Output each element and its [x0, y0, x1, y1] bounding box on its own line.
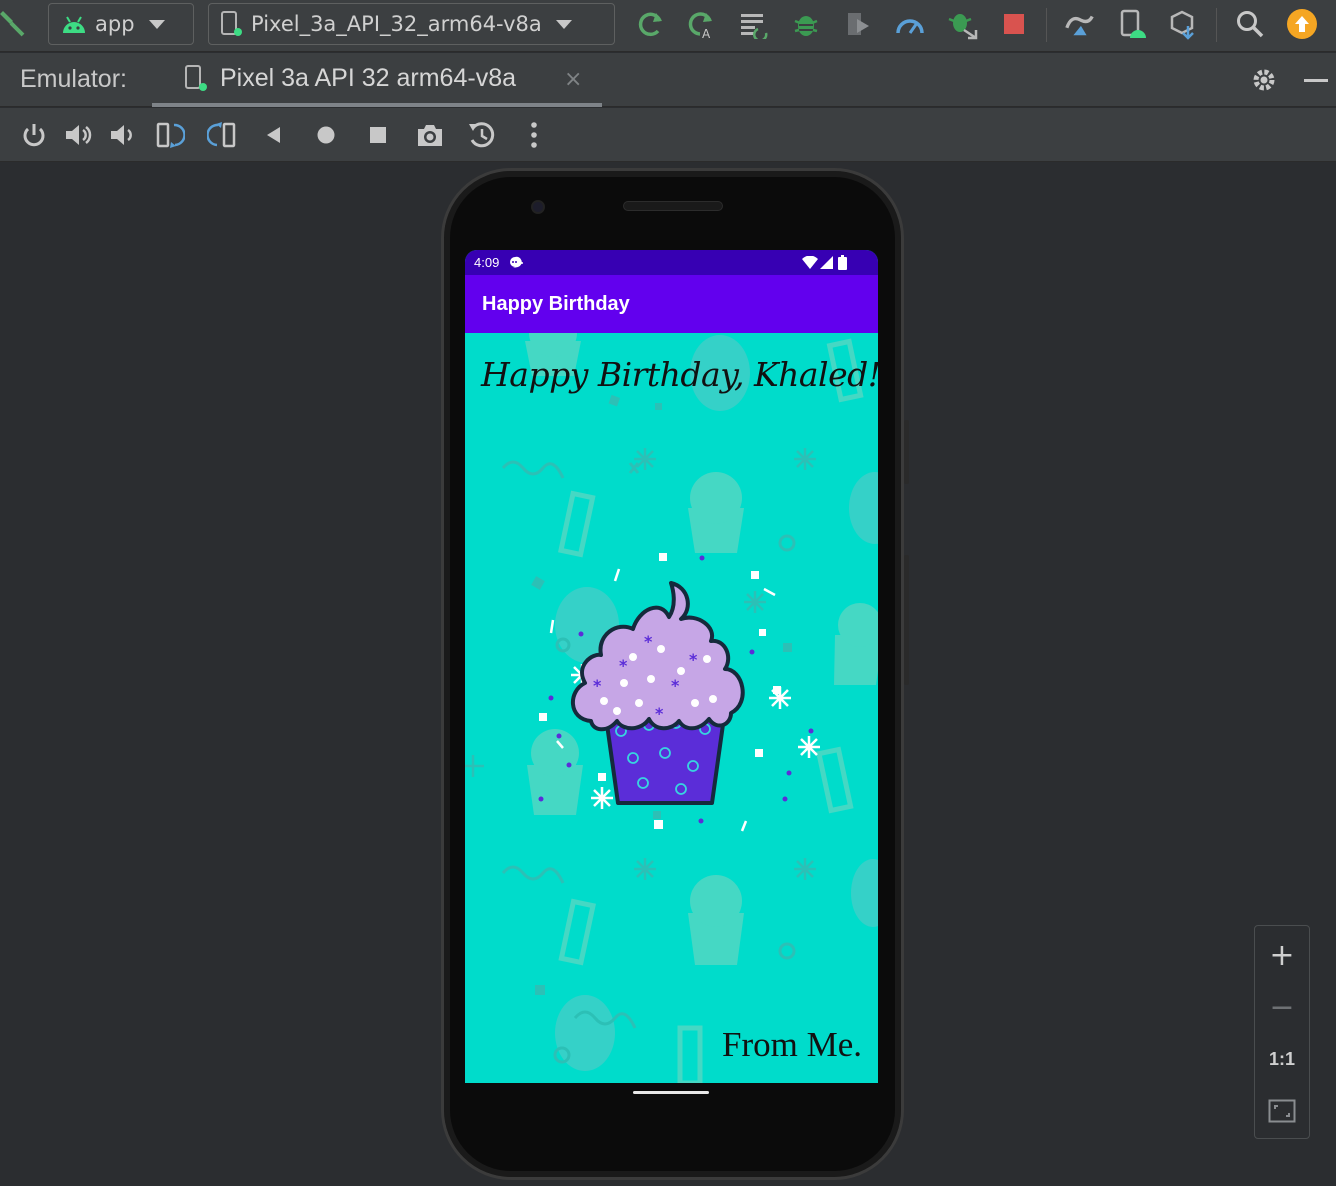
- toolbar-separator: [1046, 8, 1047, 42]
- wifi-icon: [802, 256, 818, 269]
- zoom-actual-size-button[interactable]: 1:1: [1255, 1034, 1309, 1084]
- greeting-text: Happy Birthday, Khaled!: [481, 355, 878, 394]
- notification-icon: [510, 256, 523, 268]
- apply-code-changes-icon[interactable]: A: [685, 8, 717, 40]
- zoom-out-button[interactable]: −: [1255, 982, 1309, 1032]
- svg-text:A: A: [702, 27, 711, 39]
- svg-text:*: *: [671, 676, 680, 695]
- profile-icon[interactable]: [842, 8, 874, 40]
- zoom-fit-button[interactable]: [1255, 1086, 1309, 1136]
- device-nav-bar: [465, 1083, 878, 1123]
- volume-up-icon[interactable]: [62, 119, 94, 151]
- zoom-in-button[interactable]: +: [1255, 930, 1309, 980]
- cell-signal-icon: [820, 256, 833, 269]
- device-screen[interactable]: 4:09 Happy Birthday * * * * * * Happy Bi…: [465, 250, 878, 1083]
- apply-changes-icon[interactable]: [635, 8, 667, 40]
- tab-device-label: Pixel 3a API 32 arm64-v8a: [220, 63, 516, 92]
- gear-icon[interactable]: [1250, 66, 1278, 98]
- power-button: [904, 420, 909, 484]
- attach-debugger-icon[interactable]: [946, 8, 978, 40]
- profiler-icon[interactable]: [894, 8, 926, 40]
- search-icon[interactable]: [1234, 8, 1266, 40]
- emulator-header: Emulator: Pixel 3a API 32 arm64-v8a ×: [0, 53, 1336, 107]
- svg-text:*: *: [655, 704, 664, 723]
- back-icon[interactable]: [258, 119, 290, 151]
- signature-text: From Me.: [722, 1025, 862, 1064]
- svg-text:*: *: [619, 656, 628, 675]
- device-selector-label: Pixel_3a_API_32_arm64-v8a: [251, 12, 542, 36]
- app-title: Happy Birthday: [482, 293, 630, 315]
- rotate-right-icon[interactable]: [206, 119, 238, 151]
- android-icon: [63, 16, 85, 33]
- update-icon[interactable]: [1286, 8, 1318, 40]
- device-icon: [185, 65, 207, 91]
- more-icon[interactable]: [518, 119, 550, 151]
- tab-device[interactable]: Pixel 3a API 32 arm64-v8a ×: [152, 53, 602, 107]
- status-time: 4:09: [474, 255, 500, 270]
- hammer-icon[interactable]: [0, 6, 28, 38]
- battery-icon: [838, 255, 847, 270]
- module-selector[interactable]: app: [48, 3, 194, 45]
- front-camera: [531, 200, 545, 214]
- run-configurations-icon[interactable]: [738, 8, 770, 40]
- debug-icon[interactable]: [790, 8, 822, 40]
- device-manager-icon[interactable]: [1116, 8, 1148, 40]
- module-selector-label: app: [95, 12, 135, 36]
- snapshot-icon[interactable]: [466, 119, 498, 151]
- volume-down-icon[interactable]: [106, 119, 138, 151]
- volume-rocker: [904, 555, 909, 685]
- sdk-manager-icon[interactable]: [1168, 8, 1200, 40]
- chevron-down-icon: [148, 19, 165, 29]
- emulator-controls: [0, 108, 1336, 162]
- sync-icon[interactable]: [1064, 8, 1096, 40]
- emulator-label: Emulator:: [20, 65, 127, 93]
- birthday-card: * * * * * * Happy Birthday, Khaled! From Me.: [465, 333, 878, 1083]
- cupcake-illustration: * * * * * *: [538, 553, 820, 832]
- stop-icon[interactable]: [998, 8, 1030, 40]
- svg-text:*: *: [644, 632, 653, 651]
- chevron-down-icon: [555, 19, 572, 29]
- earpiece-speaker: [623, 201, 723, 211]
- power-icon[interactable]: [18, 119, 50, 151]
- main-toolbar: app Pixel_3a_API_32_arm64-v8a A: [0, 0, 1336, 52]
- svg-text:*: *: [689, 650, 698, 669]
- app-bar: Happy Birthday: [465, 275, 878, 333]
- device-icon: [221, 11, 242, 36]
- home-icon[interactable]: [310, 119, 342, 151]
- zoom-controls: + − 1:1: [1254, 925, 1310, 1139]
- svg-text:*: *: [593, 676, 602, 695]
- fit-screen-icon: [1268, 1099, 1296, 1123]
- device-selector[interactable]: Pixel_3a_API_32_arm64-v8a: [208, 3, 615, 45]
- close-icon[interactable]: ×: [564, 67, 582, 92]
- home-gesture-pill[interactable]: [633, 1091, 709, 1094]
- overview-icon[interactable]: [362, 119, 394, 151]
- toolbar-separator: [1216, 8, 1217, 42]
- minimize-icon[interactable]: [1304, 79, 1328, 82]
- status-bar: 4:09: [465, 250, 878, 275]
- rotate-left-icon[interactable]: [154, 119, 186, 151]
- screenshot-icon[interactable]: [414, 119, 446, 151]
